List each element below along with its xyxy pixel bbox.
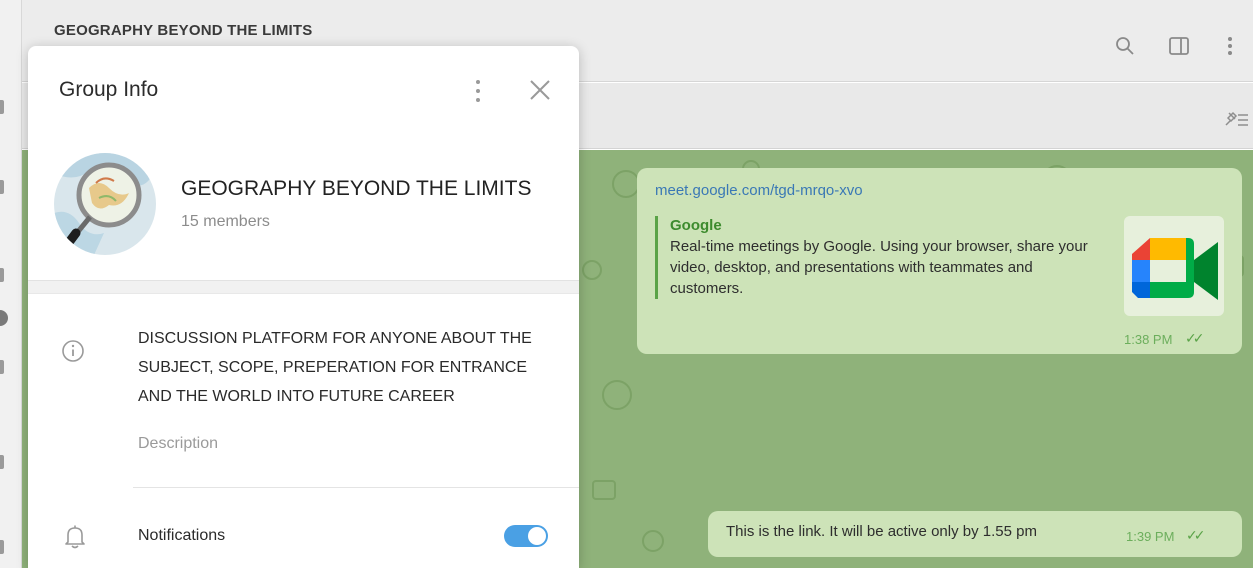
read-checkmarks-icon: ✓✓	[1185, 330, 1205, 346]
message-time: 1:38 PM	[1124, 332, 1173, 347]
group-info-panel: Group Info GEOGRAPHY BEYOND THE LIMITS 1…	[28, 46, 579, 568]
message-link[interactable]: meet.google.com/tgd-mrqo-xvo	[655, 182, 863, 199]
sidebar-toggle-icon[interactable]	[1167, 34, 1191, 58]
google-meet-logo[interactable]	[1124, 216, 1224, 316]
info-icon	[61, 339, 85, 363]
more-vertical-icon[interactable]	[1218, 34, 1242, 58]
preview-description: Real-time meetings by Google. Using your…	[670, 238, 1088, 297]
background-doodle	[602, 380, 632, 410]
unread-marker	[0, 455, 4, 469]
unread-marker	[0, 310, 8, 326]
background-doodle	[592, 480, 616, 500]
search-icon[interactable]	[1113, 34, 1137, 58]
chat-title[interactable]: GEOGRAPHY BEYOND THE LIMITS	[54, 22, 312, 39]
group-name: GEOGRAPHY BEYOND THE LIMITS	[181, 177, 532, 200]
more-vertical-icon[interactable]	[468, 78, 488, 104]
close-icon[interactable]	[527, 77, 553, 103]
unread-marker	[0, 268, 4, 282]
pinned-list-icon[interactable]	[1223, 109, 1249, 129]
notifications-toggle[interactable]	[504, 525, 548, 547]
link-preview[interactable]: Google Real-time meetings by Google. Usi…	[655, 216, 1095, 299]
group-avatar[interactable]	[54, 153, 156, 255]
group-description: DISCUSSION PLATFORM FOR ANYONE ABOUT THE…	[138, 330, 532, 405]
unread-marker	[0, 540, 4, 554]
background-doodle	[612, 170, 640, 198]
background-doodle	[642, 530, 664, 552]
background-doodle	[582, 260, 602, 280]
unread-marker	[0, 360, 4, 374]
description-label: Description	[138, 435, 219, 452]
panel-title: Group Info	[59, 78, 159, 101]
row-divider	[133, 487, 579, 488]
text-message[interactable]: This is the link. It will be active only…	[708, 511, 1242, 557]
app-window: GEOGRAPHY BEYOND THE LIMITS meet.google.…	[0, 0, 1253, 568]
chat-list-edge[interactable]	[0, 0, 22, 568]
member-count[interactable]: 15 members	[181, 213, 270, 231]
preview-site-name: Google	[670, 217, 722, 234]
read-checkmarks-icon: ✓✓	[1186, 527, 1206, 543]
toggle-knob	[528, 527, 546, 545]
bell-icon	[64, 524, 86, 550]
message-time: 1:39 PM	[1126, 529, 1175, 544]
unread-marker	[0, 100, 4, 114]
section-divider	[28, 280, 579, 294]
notifications-label: Notifications	[138, 527, 226, 544]
link-message[interactable]: meet.google.com/tgd-mrqo-xvo Google Real…	[637, 168, 1242, 354]
message-text: This is the link. It will be active only…	[726, 523, 1037, 540]
unread-marker	[0, 180, 4, 194]
